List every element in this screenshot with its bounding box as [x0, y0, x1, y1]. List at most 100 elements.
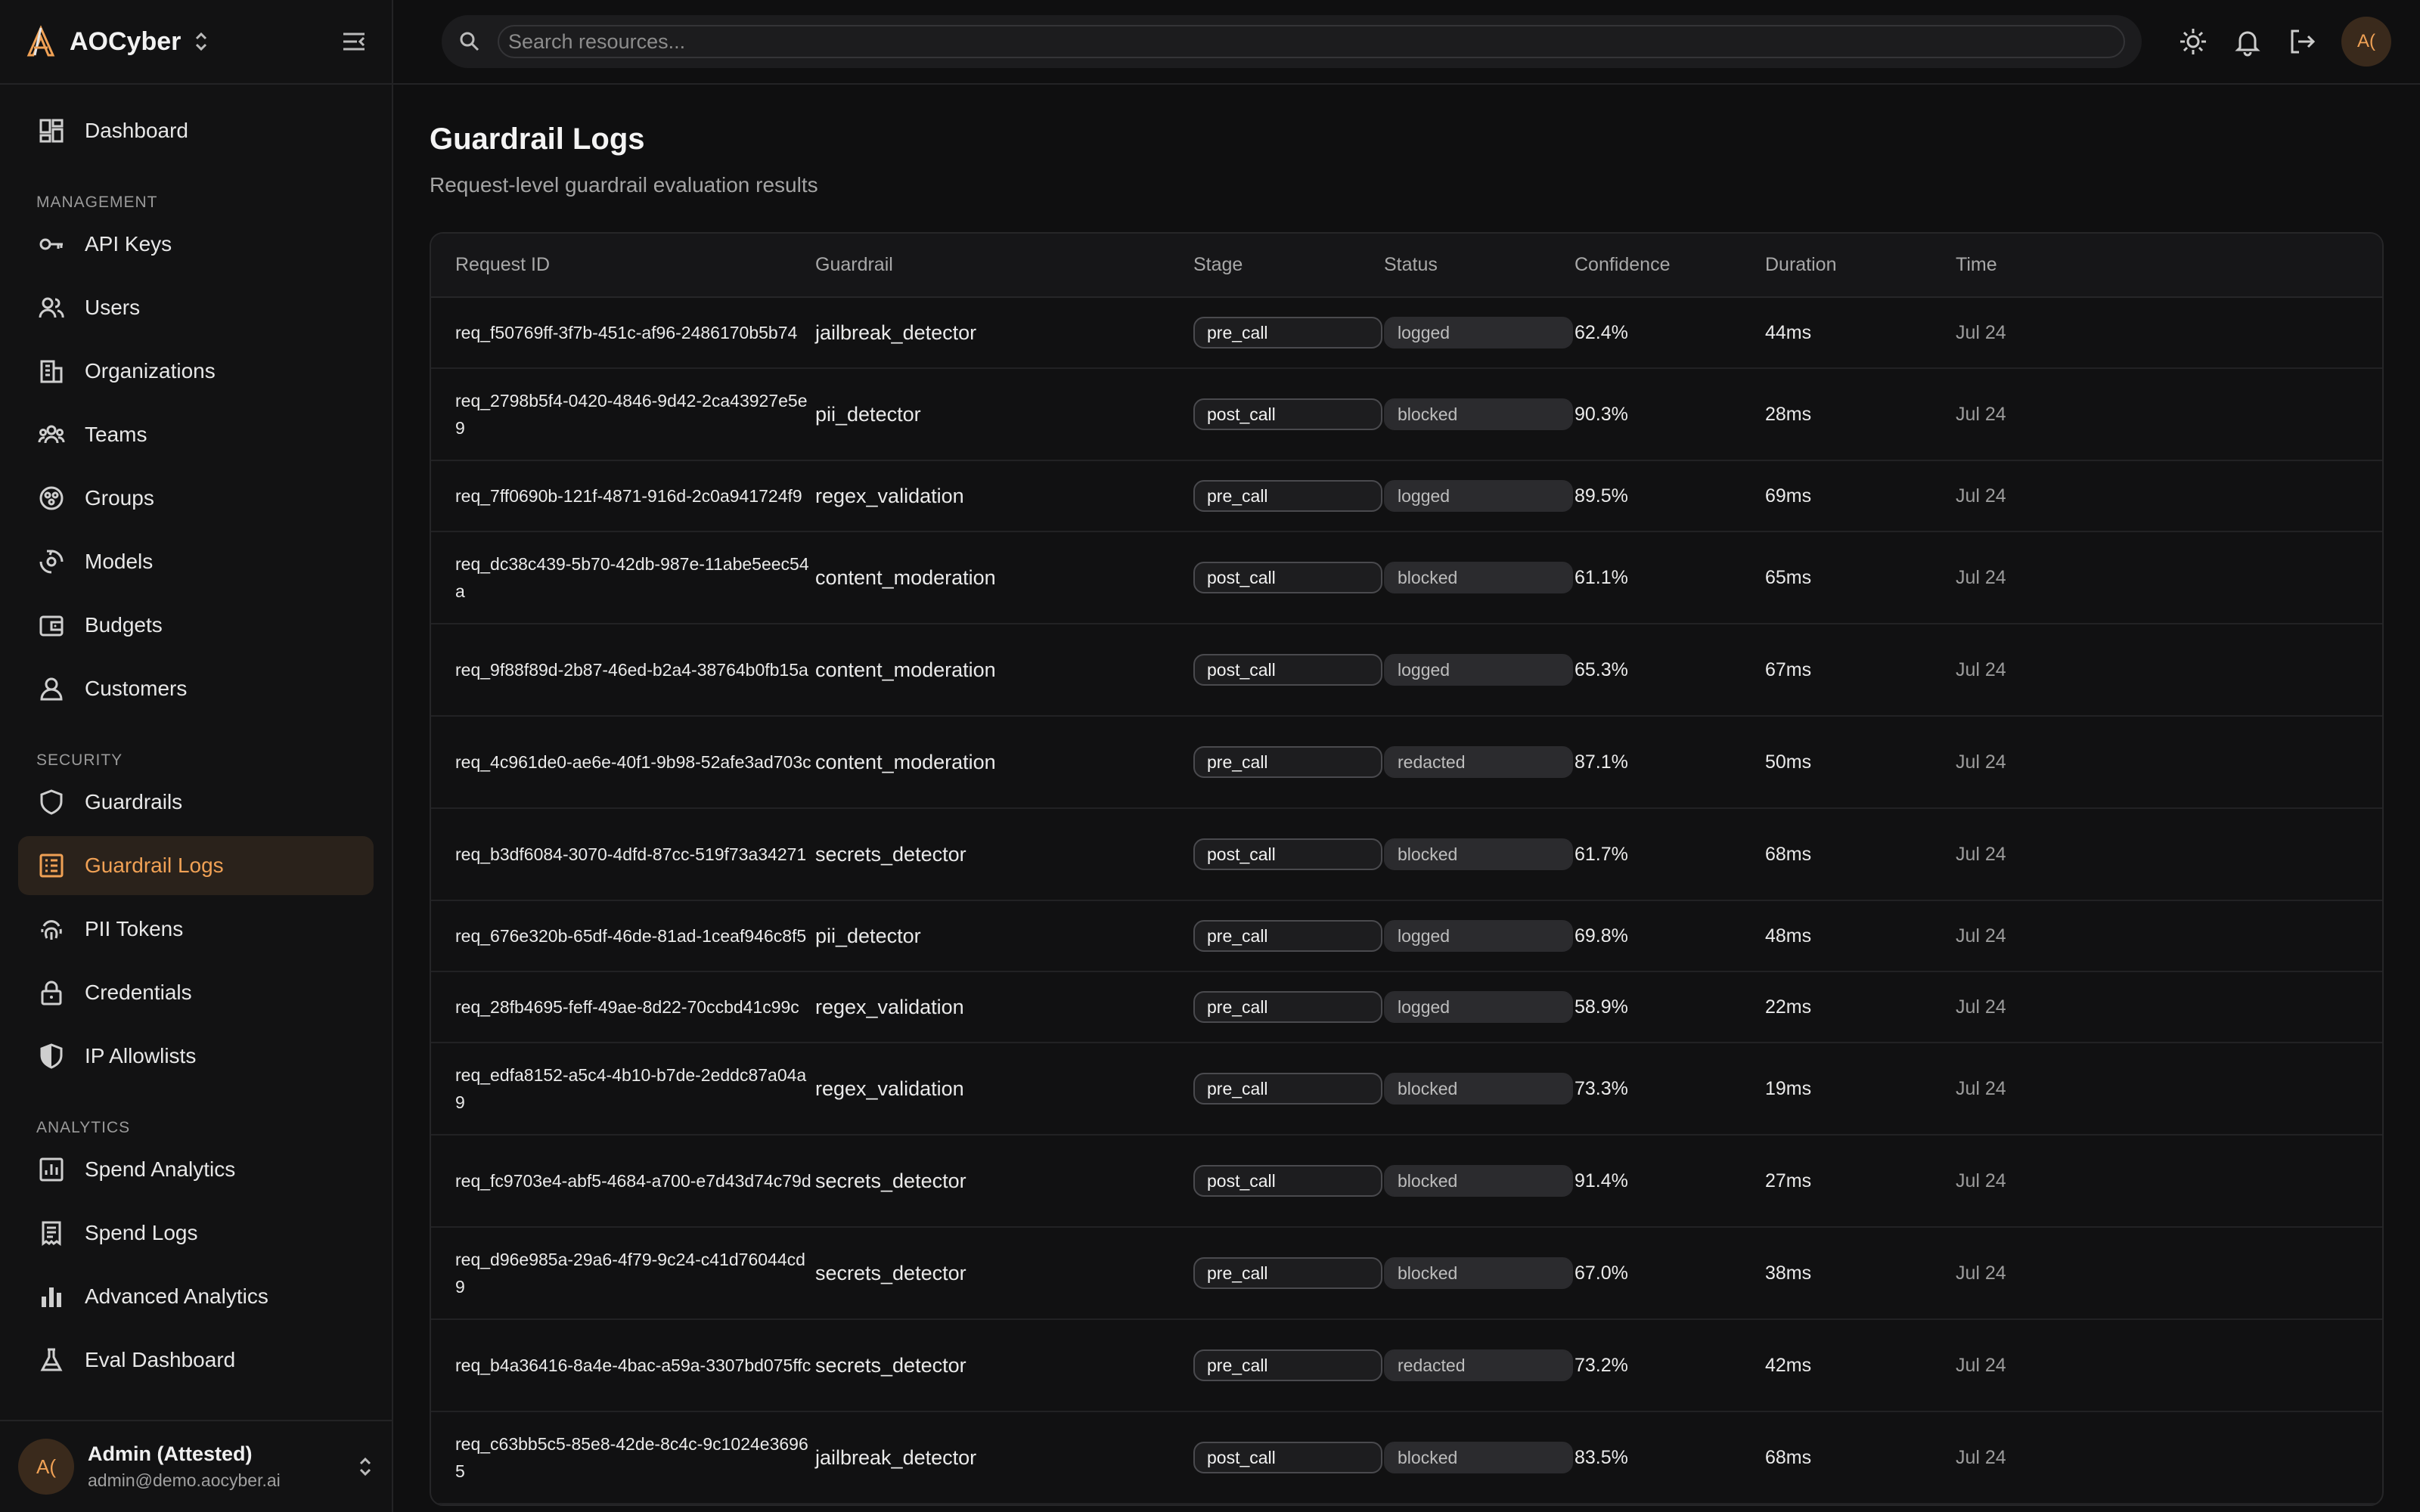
sidebar-item-teams[interactable]: Teams [18, 405, 374, 464]
search-input[interactable] [498, 25, 2125, 58]
table-row[interactable]: req_fc9703e4-abf5-4684-a700-e7d43d74c79d… [431, 1135, 2382, 1228]
request-id-cell[interactable]: req_4c961de0-ae6e-40f1-9b98-52afe3ad703c [431, 716, 812, 809]
sidebar-item-label: API Keys [85, 232, 172, 256]
column-header-guardrail[interactable]: Guardrail [812, 234, 1193, 298]
sidebar-item-api-keys[interactable]: API Keys [18, 215, 374, 274]
request-id-cell[interactable]: req_b4a36416-8a4e-4bac-a59a-3307bd075ffc [431, 1319, 812, 1412]
request-id-cell[interactable]: req_c63bb5c5-85e8-42de-8c4c-9c1024e36965 [431, 1411, 812, 1504]
status-cell: blocked [1384, 531, 1575, 624]
table-row[interactable]: req_f50769ff-3f7b-451c-af96-2486170b5b74… [431, 297, 2382, 369]
main-content: Guardrail Logs Request-level guardrail e… [430, 122, 2384, 1506]
collapse-sidebar-icon[interactable] [340, 28, 368, 55]
status-badge: logged [1384, 991, 1573, 1023]
time-cell: Jul 24 [1956, 624, 2382, 717]
sidebar-item-customers[interactable]: Customers [18, 659, 374, 718]
sidebar-item-guardrail-logs[interactable]: Guardrail Logs [18, 836, 374, 895]
brand-name[interactable]: AOCyber [70, 27, 181, 57]
status-badge: logged [1384, 317, 1573, 349]
sidebar-item-label: Budgets [85, 613, 163, 637]
table-row[interactable]: req_edfa8152-a5c4-4b10-b7de-2eddc87a04a9… [431, 1043, 2382, 1136]
sidebar-section-title: MANAGEMENT [36, 194, 158, 211]
request-id-cell[interactable]: req_dc38c439-5b70-42db-987e-11abe5eec54a [431, 531, 812, 624]
sidebar-item-groups[interactable]: Groups [18, 469, 374, 528]
request-id-cell[interactable]: req_28fb4695-feff-49ae-8d22-70ccbd41c99c [431, 971, 812, 1043]
column-header-duration[interactable]: Duration [1765, 234, 1956, 298]
guardrail-cell: secrets_detector [812, 1135, 1193, 1228]
duration-cell: 38ms [1765, 1227, 1956, 1320]
column-header-time[interactable]: Time [1956, 234, 2382, 298]
time-cell: Jul 24 [1956, 297, 2382, 369]
column-header-confidence[interactable]: Confidence [1575, 234, 1765, 298]
aocyber-logo-icon[interactable] [24, 25, 57, 58]
request-id-cell[interactable]: req_f50769ff-3f7b-451c-af96-2486170b5b74 [431, 297, 812, 369]
logout-icon[interactable] [2287, 26, 2317, 57]
request-id-cell[interactable]: req_fc9703e4-abf5-4684-a700-e7d43d74c79d [431, 1135, 812, 1228]
table-row[interactable]: req_b4a36416-8a4e-4bac-a59a-3307bd075ffc… [431, 1319, 2382, 1412]
confidence-cell: 83.5% [1575, 1411, 1765, 1504]
status-cell: blocked [1384, 1043, 1575, 1136]
sidebar-item-label: Customers [85, 677, 188, 700]
table-row[interactable]: req_2798b5f4-0420-4846-9d42-2ca43927e5e9… [431, 368, 2382, 461]
stage-badge: post_call [1193, 654, 1382, 686]
confidence-cell: 91.4% [1575, 1135, 1765, 1228]
request-id-cell[interactable]: req_9f88f89d-2b87-46ed-b2a4-38764b0fb15a [431, 624, 812, 717]
sun-icon[interactable] [2178, 26, 2208, 57]
sidebar-item-spend-analytics[interactable]: Spend Analytics [18, 1140, 374, 1199]
guardrail-cell: regex_validation [812, 460, 1193, 532]
sidebar-item-ip-allowlists[interactable]: IP Allowlists [18, 1027, 374, 1086]
sidebar-item-guardrails[interactable]: Guardrails [18, 773, 374, 832]
stage-badge: pre_call [1193, 1349, 1382, 1381]
table-row[interactable]: req_c63bb5c5-85e8-42de-8c4c-9c1024e36965… [431, 1411, 2382, 1504]
guardrail-cell: jailbreak_detector [812, 1411, 1193, 1504]
request-id-cell[interactable]: req_edfa8152-a5c4-4b10-b7de-2eddc87a04a9 [431, 1043, 812, 1136]
request-id-cell[interactable]: req_2798b5f4-0420-4846-9d42-2ca43927e5e9 [431, 368, 812, 461]
sidebar-item-label: Groups [85, 486, 154, 510]
search-bar[interactable] [442, 15, 2142, 68]
sidebar-item-dashboard[interactable]: Dashboard [18, 101, 374, 160]
table-row[interactable]: req_dc38c439-5b70-42db-987e-11abe5eec54a… [431, 531, 2382, 624]
confidence-cell: 87.1% [1575, 716, 1765, 809]
table-row[interactable]: req_4c961de0-ae6e-40f1-9b98-52afe3ad703c… [431, 716, 2382, 809]
guardrail-cell: content_moderation [812, 716, 1193, 809]
sidebar-item-credentials[interactable]: Credentials [18, 963, 374, 1022]
request-id-cell[interactable]: req_d96e985a-29a6-4f79-9c24-c41d76044cd9 [431, 1227, 812, 1320]
topbar-avatar[interactable]: A( [2341, 17, 2391, 67]
column-header-status[interactable]: Status [1384, 234, 1575, 298]
table-row[interactable]: req_b3df6084-3070-4dfd-87cc-519f73a34271… [431, 808, 2382, 901]
confidence-cell: 62.4% [1575, 297, 1765, 369]
stage-badge: pre_call [1193, 991, 1382, 1023]
table-row[interactable]: req_7ff0690b-121f-4871-916d-2c0a941724f9… [431, 460, 2382, 532]
chevron-updown-icon[interactable] [193, 29, 209, 54]
sidebar-item-eval-dashboard[interactable]: Eval Dashboard [18, 1331, 374, 1390]
sidebar-item-budgets[interactable]: Budgets [18, 596, 374, 655]
table-row[interactable]: req_d96e985a-29a6-4f79-9c24-c41d76044cd9… [431, 1227, 2382, 1320]
sidebar-item-label: Guardrails [85, 790, 183, 813]
table-row[interactable]: req_676e320b-65df-46de-81ad-1ceaf946c8f5… [431, 900, 2382, 972]
user-email: admin@demo.aocyber.ai [88, 1470, 281, 1490]
chevron-updown-icon[interactable] [357, 1455, 374, 1479]
confidence-cell: 89.5% [1575, 460, 1765, 532]
sidebar-item-advanced-analytics[interactable]: Advanced Analytics [18, 1267, 374, 1326]
sidebar-item-organizations[interactable]: Organizations [18, 342, 374, 401]
request-id-cell[interactable]: req_676e320b-65df-46de-81ad-1ceaf946c8f5 [431, 900, 812, 972]
request-id-cell[interactable]: req_7ff0690b-121f-4871-916d-2c0a941724f9 [431, 460, 812, 532]
time-cell: Jul 24 [1956, 1319, 2382, 1412]
bell-icon[interactable] [2232, 26, 2263, 57]
table-row[interactable]: req_28fb4695-feff-49ae-8d22-70ccbd41c99c… [431, 971, 2382, 1043]
table-row[interactable]: req_9f88f89d-2b87-46ed-b2a4-38764b0fb15a… [431, 624, 2382, 717]
user-avatar[interactable]: A( [18, 1439, 74, 1495]
guardrail-cell: regex_validation [812, 1043, 1193, 1136]
time-cell: Jul 24 [1956, 971, 2382, 1043]
stage-badge: post_call [1193, 398, 1382, 430]
duration-cell: 65ms [1765, 531, 1956, 624]
sidebar-item-spend-logs[interactable]: Spend Logs [18, 1204, 374, 1263]
column-header-stage[interactable]: Stage [1193, 234, 1384, 298]
sidebar-item-users[interactable]: Users [18, 278, 374, 337]
sidebar-item-models[interactable]: Models [18, 532, 374, 591]
sidebar-item-pii-tokens[interactable]: PII Tokens [18, 900, 374, 959]
request-id-cell[interactable]: req_b3df6084-3070-4dfd-87cc-519f73a34271 [431, 808, 812, 901]
guardrail-cell: secrets_detector [812, 1227, 1193, 1320]
column-header-request-id[interactable]: Request ID [431, 234, 812, 298]
duration-cell: 28ms [1765, 368, 1956, 461]
user-menu[interactable]: A( Admin (Attested) admin@demo.aocyber.a… [0, 1420, 392, 1512]
